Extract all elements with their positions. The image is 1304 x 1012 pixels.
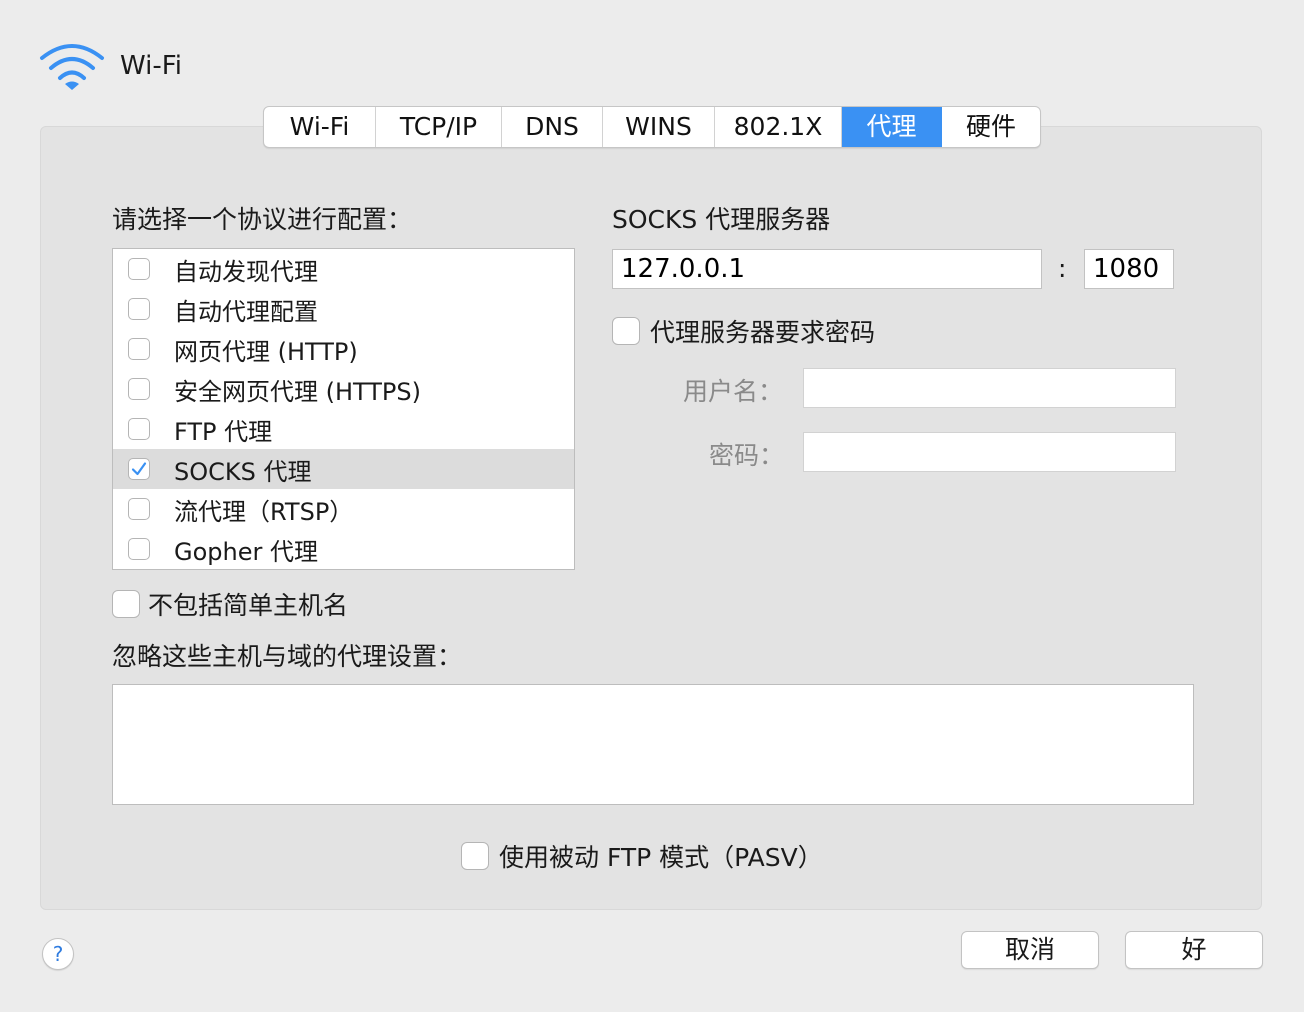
tab-tcpip[interactable]: TCP/IP — [376, 107, 502, 147]
cancel-button[interactable]: 取消 — [961, 931, 1099, 969]
tab-bar: Wi-Fi TCP/IP DNS WINS 802.1X 代理 硬件 — [263, 106, 1041, 148]
auth-required-row[interactable]: 代理服务器要求密码 — [612, 313, 875, 349]
password-label: 密码： — [709, 441, 785, 470]
checkbox[interactable] — [128, 258, 150, 280]
protocol-item-https[interactable]: 安全网页代理 (HTTPS) — [113, 369, 574, 409]
passive-ftp-label: 使用被动 FTP 模式（PASV） — [499, 843, 823, 872]
protocol-item-gopher[interactable]: Gopher 代理 — [113, 529, 574, 569]
checkbox[interactable] — [112, 590, 140, 618]
tab-dns[interactable]: DNS — [502, 107, 603, 147]
protocol-list: 自动发现代理 自动代理配置 网页代理 (HTTP) 安全网页代理 (HTTPS)… — [112, 248, 575, 570]
protocol-item-socks[interactable]: SOCKS 代理 — [113, 449, 574, 489]
checkbox[interactable] — [128, 498, 150, 520]
window-header: Wi-Fi — [38, 38, 182, 94]
username-input[interactable] — [803, 368, 1176, 408]
username-label: 用户名： — [683, 377, 784, 406]
ok-button[interactable]: 好 — [1125, 931, 1263, 969]
auth-required-label: 代理服务器要求密码 — [650, 318, 876, 347]
checkbox[interactable] — [128, 298, 150, 320]
checkbox[interactable] — [461, 842, 489, 870]
port-separator: : — [1058, 254, 1067, 283]
protocol-item-http[interactable]: 网页代理 (HTTP) — [113, 329, 574, 369]
checkbox[interactable] — [128, 418, 150, 440]
checkbox[interactable] — [128, 338, 150, 360]
protocol-item-label: 自动发现代理 — [174, 257, 318, 286]
proxy-host-input[interactable] — [612, 249, 1042, 289]
tab-wifi[interactable]: Wi-Fi — [264, 107, 376, 147]
protocol-list-heading: 请选择一个协议进行配置： — [112, 205, 413, 234]
protocol-item-label: Gopher 代理 — [174, 537, 318, 566]
tab-wins[interactable]: WINS — [603, 107, 715, 147]
checkbox[interactable] — [612, 317, 640, 345]
window-title: Wi-Fi — [120, 51, 183, 81]
bypass-hosts-heading: 忽略这些主机与域的代理设置： — [112, 642, 463, 671]
checkbox[interactable] — [128, 538, 150, 560]
protocol-item-label: FTP 代理 — [174, 417, 273, 446]
bypass-hosts-textarea[interactable] — [112, 684, 1194, 805]
protocol-item-label: 网页代理 (HTTP) — [174, 337, 358, 366]
proxy-port-input[interactable] — [1084, 249, 1174, 289]
protocol-item-auto-config[interactable]: 自动代理配置 — [113, 289, 574, 329]
protocol-item-rtsp[interactable]: 流代理（RTSP） — [113, 489, 574, 529]
tab-hardware[interactable]: 硬件 — [942, 107, 1040, 147]
protocol-item-auto-discovery[interactable]: 自动发现代理 — [113, 249, 574, 289]
tab-8021x[interactable]: 802.1X — [715, 107, 842, 147]
protocol-item-label: 流代理（RTSP） — [174, 497, 354, 526]
checkbox-checked[interactable] — [128, 458, 150, 480]
proxy-server-heading: SOCKS 代理服务器 — [612, 205, 831, 234]
exclude-simple-hostnames-label: 不包括简单主机名 — [148, 591, 349, 620]
wifi-icon — [40, 44, 104, 90]
checkmark-icon — [131, 462, 147, 476]
checkbox[interactable] — [128, 378, 150, 400]
protocol-item-label: 安全网页代理 (HTTPS) — [174, 377, 422, 406]
password-input[interactable] — [803, 432, 1176, 472]
protocol-item-label: SOCKS 代理 — [174, 457, 312, 486]
help-button[interactable]: ? — [42, 938, 74, 970]
tab-proxy[interactable]: 代理 — [842, 107, 942, 147]
passive-ftp-row[interactable]: 使用被动 FTP 模式（PASV） — [461, 838, 823, 874]
exclude-simple-hostnames-row[interactable]: 不包括简单主机名 — [112, 586, 348, 622]
protocol-item-ftp[interactable]: FTP 代理 — [113, 409, 574, 449]
protocol-item-label: 自动代理配置 — [174, 297, 318, 326]
